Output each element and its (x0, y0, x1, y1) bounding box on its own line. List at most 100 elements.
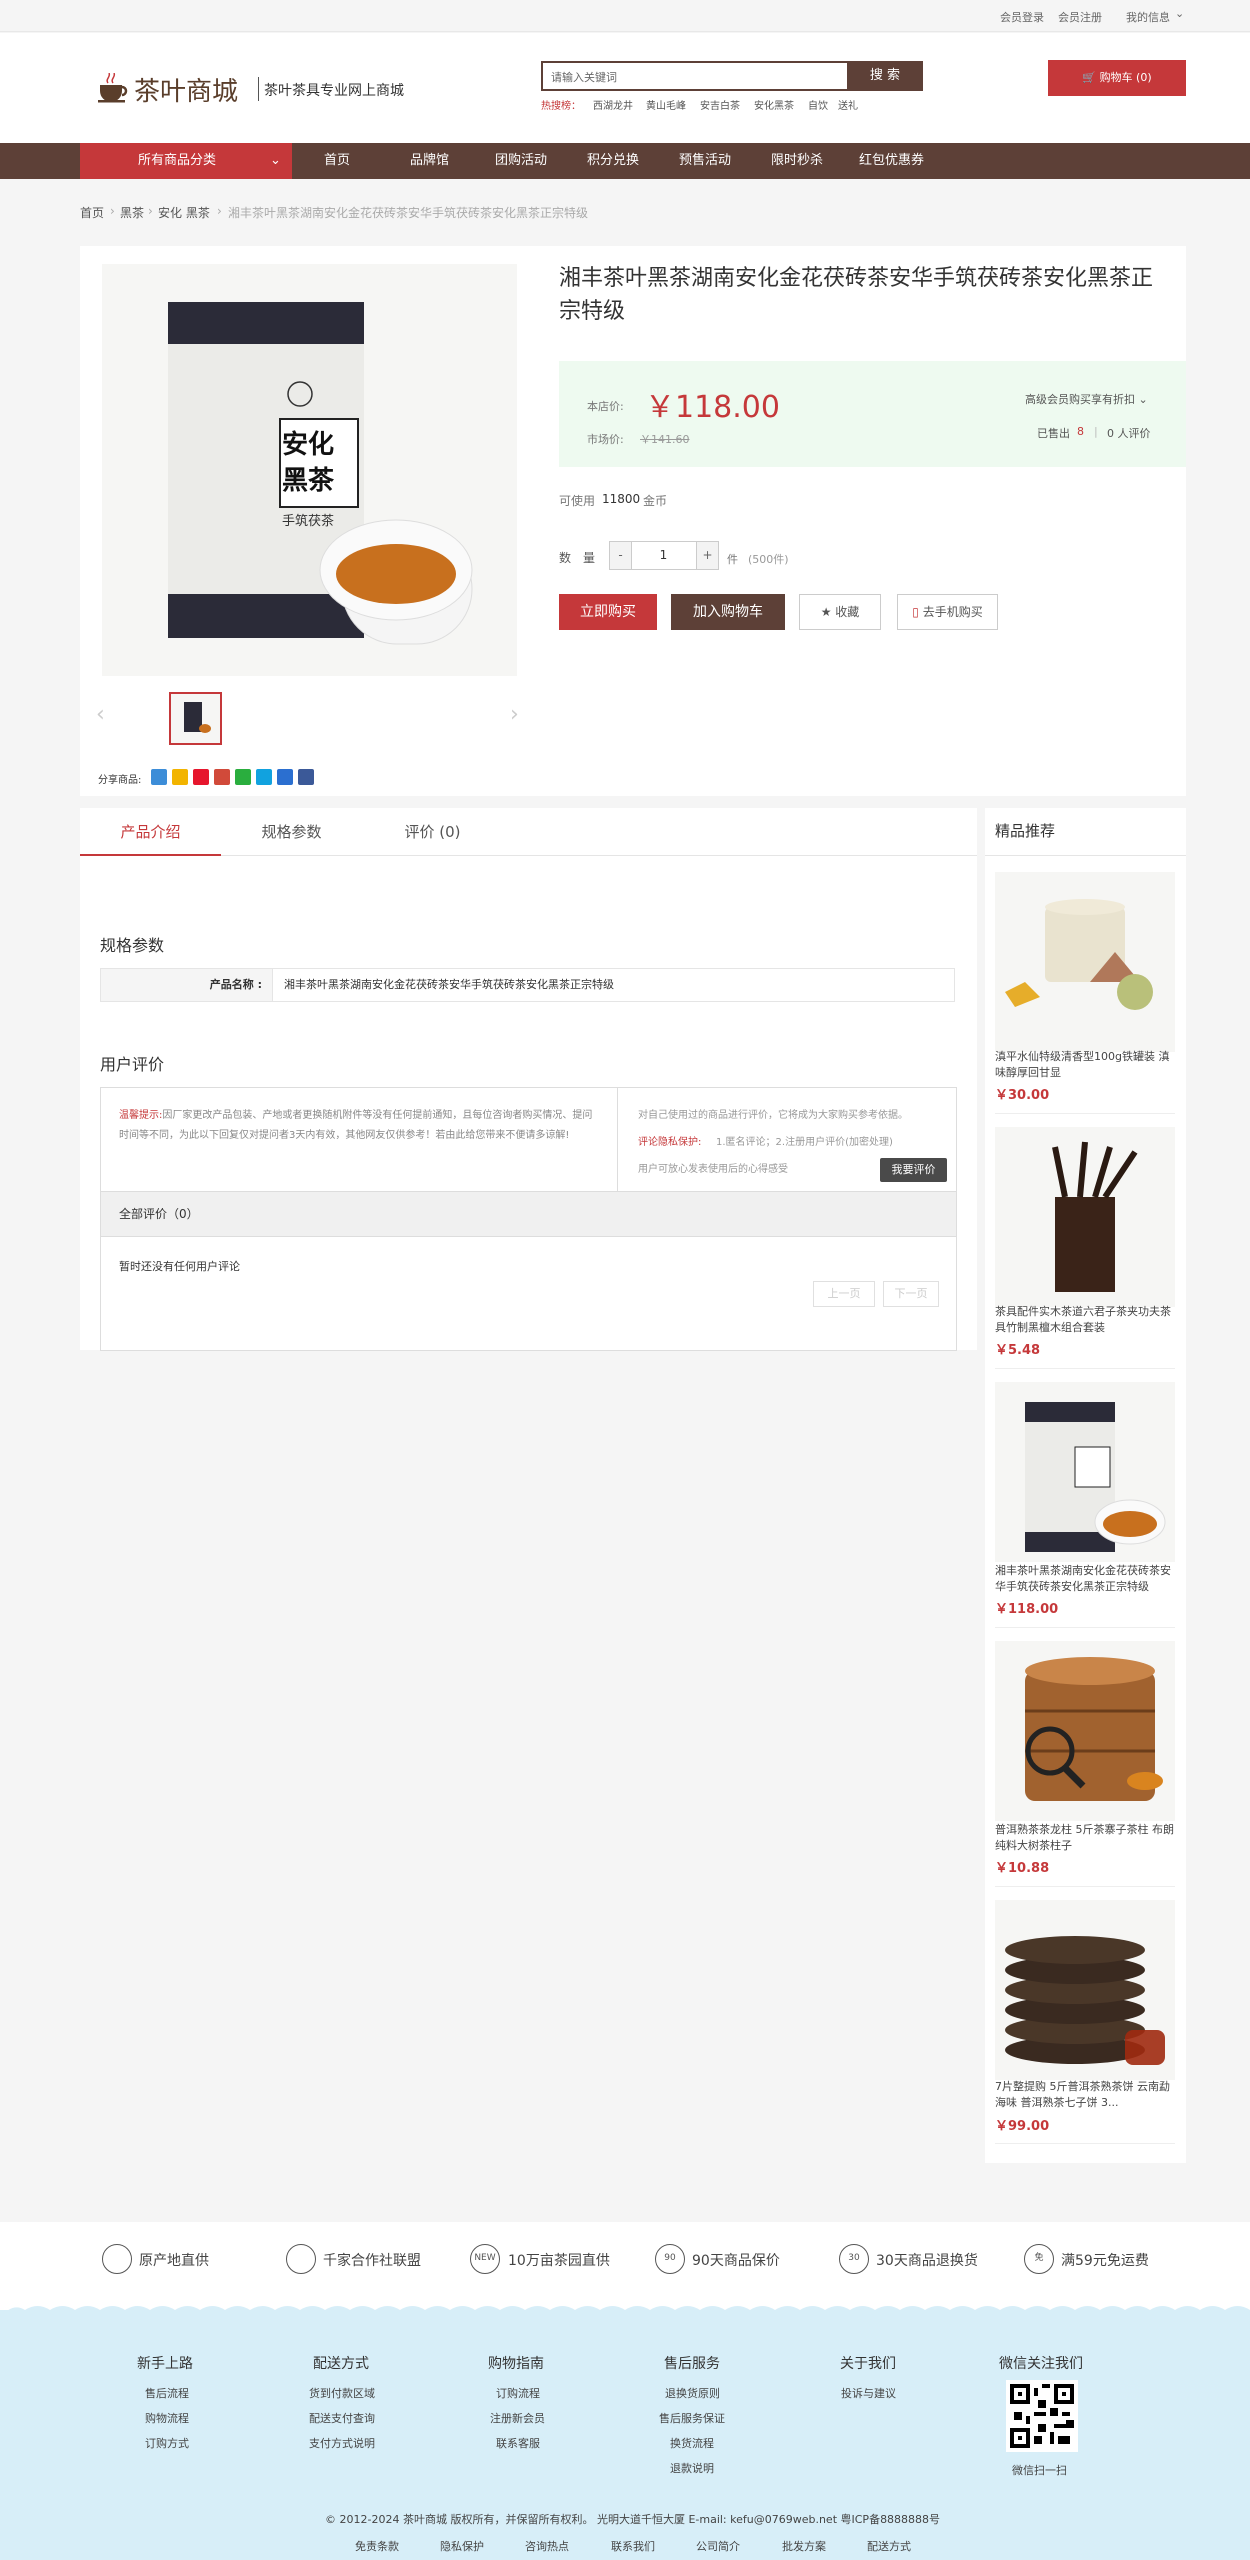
hot-search-item[interactable]: 自饮 (808, 97, 828, 112)
hot-search-item[interactable]: 安化黑茶 (754, 97, 794, 112)
quantity-label: 数 量 (559, 551, 596, 565)
review-count[interactable]: 0 人评价 (1107, 425, 1151, 441)
all-categories-menu[interactable]: 所有商品分类 ⌄ (80, 143, 292, 179)
recommend-image[interactable] (995, 872, 1175, 1052)
nav-item-coupons[interactable]: 红包优惠券 (859, 143, 924, 179)
divider (995, 1886, 1175, 1887)
product-price: ￥118.00 (645, 390, 780, 425)
footer-link[interactable]: 注册新会员 (490, 2410, 545, 2426)
share-facebook-icon[interactable] (298, 769, 314, 785)
recommend-name[interactable]: 滇平水仙特级清香型100g铁罐装 滇味醇厚回甘显 (995, 1049, 1178, 1081)
recommend-name[interactable]: 普洱熟茶茶龙柱 5斤茶寨子茶柱 布朗纯料大树茶柱子 (995, 1822, 1178, 1854)
tab-description[interactable]: 产品介绍 (80, 808, 221, 856)
breadcrumb-subcategory[interactable]: 安化 黑茶 (158, 204, 210, 221)
feature-label: 90天商品保价 (692, 2253, 780, 2269)
hot-search-item[interactable]: 黄山毛峰 (646, 97, 686, 112)
footer-bottom-link[interactable]: 联系我们 (611, 2538, 655, 2554)
chevron-left-icon[interactable]: ‹ (96, 702, 105, 727)
footer-link[interactable]: 订购方式 (145, 2435, 189, 2451)
footer-column-title: 新手上路 (137, 2356, 193, 2372)
add-to-cart-button[interactable]: 加入购物车 (671, 594, 785, 630)
quantity-minus-button[interactable]: - (609, 541, 632, 570)
share-weibo-icon[interactable] (193, 769, 209, 785)
share-tencent-icon[interactable] (256, 769, 272, 785)
tab-specs[interactable]: 规格参数 (221, 808, 362, 856)
footer-link[interactable]: 货到付款区域 (309, 2385, 375, 2401)
prev-page-button[interactable]: 上一页 (813, 1281, 875, 1307)
footer-link[interactable]: 退款说明 (670, 2460, 714, 2476)
recommend-image[interactable] (995, 1382, 1175, 1562)
footer-link[interactable]: 订购流程 (496, 2385, 540, 2401)
favorite-button[interactable]: ★ 收藏 (799, 594, 881, 630)
footer-link[interactable]: 联系客服 (496, 2435, 540, 2451)
member-discount-link[interactable]: 高级会员购买享有折扣 ⌄ (1025, 391, 1148, 407)
spec-name-value: 湘丰茶叶黑茶湖南安化金花茯砖茶安华手筑茯砖茶安化黑茶正宗特级 (284, 978, 614, 991)
footer-link[interactable]: 售后流程 (145, 2385, 189, 2401)
divider: | (1094, 425, 1098, 438)
buy-now-button[interactable]: 立即购买 (559, 594, 657, 630)
my-info-link[interactable]: 我的信息 (1126, 9, 1170, 25)
footer-bottom-link[interactable]: 免责条款 (355, 2538, 399, 2554)
share-renren-icon[interactable] (214, 769, 230, 785)
nav-item-brands[interactable]: 品牌馆 (410, 143, 449, 179)
footer-link[interactable]: 购物流程 (145, 2410, 189, 2426)
cart-button[interactable]: 🛒 购物车 (0) (1048, 60, 1186, 96)
spec-row: 产品名称 : 湘丰茶叶黑茶湖南安化金花茯砖茶安华手筑茯砖茶安化黑茶正宗特级 (100, 968, 955, 1002)
breadcrumb-home[interactable]: 首页 (80, 204, 104, 221)
tab-reviews[interactable]: 评价 (0) (362, 808, 503, 856)
share-more-icon[interactable] (151, 769, 167, 785)
nav-item-home[interactable]: 首页 (324, 143, 350, 179)
footer-bottom-link[interactable]: 隐私保护 (440, 2538, 484, 2554)
share-label: 分享商品: (98, 775, 142, 786)
90-days-icon: 90 (655, 2244, 685, 2274)
hot-search-item[interactable]: 安吉白茶 (700, 97, 740, 112)
logo-text[interactable]: 茶叶商城 (134, 71, 238, 108)
nav-item-group-buy[interactable]: 团购活动 (495, 143, 547, 179)
footer-bottom-link[interactable]: 公司简介 (696, 2538, 740, 2554)
recommend-price: ￥99.00 (995, 2119, 1050, 2134)
nav-item-points[interactable]: 积分兑换 (587, 143, 639, 179)
chevron-right-icon[interactable]: › (510, 702, 519, 727)
footer-link[interactable]: 配送支付查询 (309, 2410, 375, 2426)
footer-link[interactable]: 退换货原则 (665, 2385, 720, 2401)
share-qzone-icon[interactable] (172, 769, 188, 785)
hot-search-item[interactable]: 西湖龙井 (593, 97, 633, 112)
price-label: 本店价: (587, 400, 624, 413)
recommend-image[interactable] (995, 1641, 1175, 1821)
footer-link[interactable]: 支付方式说明 (309, 2435, 375, 2451)
hot-search-item[interactable]: 送礼 (838, 97, 858, 112)
footer-link[interactable]: 换货流程 (670, 2435, 714, 2451)
footer-link[interactable]: 投诉与建议 (841, 2385, 896, 2401)
breadcrumb-category[interactable]: 黑茶 (120, 204, 144, 221)
recommend-image[interactable] (995, 1127, 1175, 1307)
quantity-plus-button[interactable]: + (696, 541, 719, 570)
search-button[interactable]: 搜 索 (847, 61, 923, 91)
all-reviews-bar[interactable]: 全部评价（0） (101, 1191, 956, 1237)
reviews-title: 用户评价 (100, 1055, 165, 1074)
search-input[interactable]: 请输入关键词 (541, 61, 847, 91)
review-trust: 用户可放心发表使用后的心得感受 (638, 1164, 788, 1175)
nav-item-presale[interactable]: 预售活动 (679, 143, 731, 179)
chevron-down-icon: ⌄ (1175, 7, 1185, 20)
share-wechat-icon[interactable] (235, 769, 251, 785)
recommend-name[interactable]: 茶具配件实木茶道六君子茶夹功夫茶具竹制黑檀木组合套装 (995, 1304, 1178, 1336)
recommend-name[interactable]: 7片整提购 5斤普洱茶熟茶饼 云南勐海味 普洱熟茶七子饼 3... (995, 2079, 1178, 2111)
login-link[interactable]: 会员登录 (1000, 9, 1044, 25)
write-review-button[interactable]: 我要评价 (880, 1158, 947, 1182)
tip-text: 因厂家更改产品包装、产地或者更换随机附件等没有任何提前通知，且每位咨询者购买情况… (119, 1110, 593, 1141)
footer-bottom-link[interactable]: 批发方案 (782, 2538, 826, 2554)
breadcrumb-separator: › (217, 204, 222, 218)
share-renren2-icon[interactable] (277, 769, 293, 785)
register-link[interactable]: 会员注册 (1058, 9, 1102, 25)
footer-bottom-link[interactable]: 配送方式 (867, 2538, 911, 2554)
nav-item-flash-sale[interactable]: 限时秒杀 (771, 143, 823, 179)
thumbnail[interactable] (169, 692, 222, 745)
next-page-button[interactable]: 下一页 (883, 1281, 939, 1307)
recommend-name[interactable]: 湘丰茶叶黑茶湖南安化金花茯砖茶安华手筑茯砖茶安化黑茶正宗特级 (995, 1563, 1178, 1595)
footer-link[interactable]: 售后服务保证 (659, 2410, 725, 2426)
footer-bottom-link[interactable]: 咨询热点 (525, 2538, 569, 2554)
quantity-input[interactable]: 1 (631, 541, 696, 570)
mobile-buy-button[interactable]: ▯ 去手机购买 (897, 594, 998, 630)
recommend-image[interactable] (995, 1900, 1175, 2080)
chevron-down-icon: ⌄ (1138, 393, 1148, 406)
